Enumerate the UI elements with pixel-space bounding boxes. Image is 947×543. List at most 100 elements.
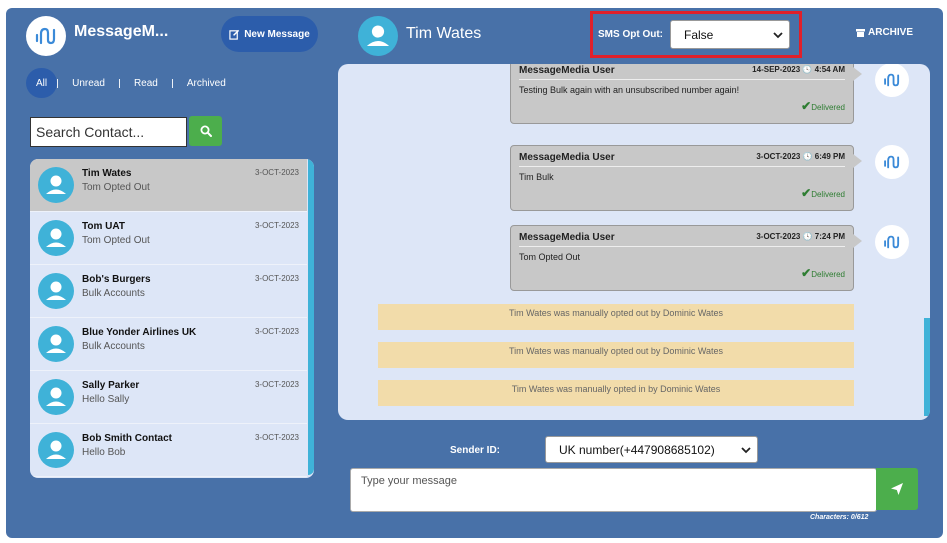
contact-preview: Tom Opted Out	[82, 182, 150, 193]
filter-archived[interactable]: Archived	[173, 68, 240, 98]
sms-opt-out-label: SMS Opt Out:	[598, 29, 663, 40]
contact-list-scrollbar[interactable]	[308, 159, 314, 475]
user-avatar-icon	[38, 326, 74, 362]
message-status-label: Delivered	[811, 103, 845, 112]
search-icon	[200, 125, 212, 137]
brand-name: MessageM...	[74, 23, 169, 40]
search-button[interactable]	[189, 116, 222, 146]
check-icon: ✔	[801, 266, 812, 280]
contact-name: Blue Yonder Airlines UK	[82, 327, 197, 338]
brand-logo-icon	[875, 145, 909, 179]
filter-tabs: All Unread Read Archived	[26, 68, 240, 98]
sms-opt-out-select[interactable]: False	[670, 20, 790, 49]
send-button[interactable]	[876, 468, 918, 510]
message-status: ✔Delivered	[801, 266, 845, 280]
message-bubble: MessageMedia User 3-OCT-2023 🕓 7:24 PM T…	[510, 225, 862, 291]
archive-icon	[856, 28, 865, 37]
contact-preview: Bulk Accounts	[82, 341, 145, 352]
sms-opt-out-value: False	[684, 27, 714, 42]
filter-divider	[57, 78, 59, 88]
user-avatar-icon	[38, 432, 74, 468]
message-status-label: Delivered	[811, 190, 845, 199]
contact-item[interactable]: Bob Smith Contact Hello Bob 3-OCT-2023	[30, 424, 307, 477]
contact-preview: Tom Opted Out	[82, 235, 150, 246]
sender-id-select[interactable]: UK number(+447908685102)	[545, 436, 758, 463]
message-text: Tom Opted Out	[519, 252, 581, 262]
message-datetime: 14-SEP-2023 🕓 4:54 AM	[752, 65, 845, 74]
contact-item[interactable]: Sally Parker Hello Sally 3-OCT-2023	[30, 371, 307, 424]
user-avatar-icon	[38, 167, 74, 203]
message-datetime: 3-OCT-2023 🕓 7:24 PM	[756, 232, 845, 241]
contact-preview: Hello Sally	[82, 394, 130, 405]
contact-name: Tom UAT	[82, 221, 125, 232]
brand-logo-icon	[26, 16, 66, 56]
contact-date: 3-OCT-2023	[254, 327, 299, 336]
contact-item[interactable]: Blue Yonder Airlines UK Bulk Accounts 3-…	[30, 318, 307, 371]
opt-notice: Tim Wates was manually opted in by Domin…	[378, 380, 854, 406]
chevron-down-icon	[741, 447, 751, 454]
chevron-down-icon	[773, 32, 783, 39]
contact-item[interactable]: Tom UAT Tom Opted Out 3-OCT-2023	[30, 212, 307, 265]
user-avatar-icon	[38, 220, 74, 256]
send-icon	[891, 483, 903, 495]
message-divider	[519, 79, 845, 80]
check-icon: ✔	[801, 99, 812, 113]
search-contact-input[interactable]	[30, 117, 187, 147]
contact-name: Sally Parker	[82, 380, 140, 391]
sender-id-label: Sender ID:	[450, 445, 501, 456]
message-thread: MessageMedia User 14-SEP-2023 🕓 4:54 AM …	[338, 64, 930, 420]
message-bubble: MessageMedia User 3-OCT-2023 🕓 6:49 PM T…	[510, 145, 862, 211]
filter-read[interactable]: Read	[120, 68, 172, 98]
user-avatar-icon	[38, 273, 74, 309]
message-sender: MessageMedia User	[519, 152, 615, 163]
archive-label: ARCHIVE	[868, 27, 914, 38]
opt-notice: Tim Wates was manually opted out by Domi…	[378, 342, 854, 368]
contact-date: 3-OCT-2023	[254, 168, 299, 177]
filter-divider	[171, 78, 173, 88]
contact-item[interactable]: Bob's Burgers Bulk Accounts 3-OCT-2023	[30, 265, 307, 318]
bubble-pointer	[853, 67, 862, 81]
sender-id-value: UK number(+447908685102)	[559, 442, 715, 457]
contact-date: 3-OCT-2023	[254, 380, 299, 389]
contact-date: 3-OCT-2023	[254, 433, 299, 442]
opt-notice: Tim Wates was manually opted out by Domi…	[378, 304, 854, 330]
message-bubble: MessageMedia User 14-SEP-2023 🕓 4:54 AM …	[510, 64, 862, 124]
message-sender: MessageMedia User	[519, 65, 615, 76]
user-avatar-icon	[38, 379, 74, 415]
message-status: ✔Delivered	[801, 186, 845, 200]
message-datetime: 3-OCT-2023 🕓 6:49 PM	[756, 152, 845, 161]
message-status-label: Delivered	[811, 270, 845, 279]
message-sender: MessageMedia User	[519, 232, 615, 243]
contact-list: Tim Wates Tom Opted Out 3-OCT-2023 Tom U…	[30, 159, 314, 478]
contact-name: Bob Smith Contact	[82, 433, 172, 444]
new-message-button[interactable]: New Message	[221, 16, 318, 52]
app-window: MessageM... New Message All Unread Read …	[6, 8, 943, 538]
bubble-pointer	[853, 234, 862, 248]
message-input[interactable]	[350, 468, 877, 512]
message-divider	[519, 166, 845, 167]
chat-contact-name: Tim Wates	[406, 25, 482, 42]
brand-logo-icon	[875, 225, 909, 259]
archive-button[interactable]: ARCHIVE	[856, 27, 913, 38]
contact-item[interactable]: Tim Wates Tom Opted Out 3-OCT-2023	[30, 159, 307, 212]
message-text: Testing Bulk again with an unsubscribed …	[519, 85, 740, 95]
contact-preview: Bulk Accounts	[82, 288, 145, 299]
character-count: Characters: 0/612	[810, 514, 869, 521]
contact-preview: Hello Bob	[82, 447, 126, 458]
contact-name: Tim Wates	[82, 168, 132, 179]
contact-name: Bob's Burgers	[82, 274, 151, 285]
filter-divider	[118, 78, 120, 88]
message-status: ✔Delivered	[801, 99, 845, 113]
message-scrollbar[interactable]	[924, 318, 930, 416]
chat-user-avatar-icon	[358, 16, 398, 56]
edit-icon	[229, 29, 240, 40]
bubble-pointer	[853, 154, 862, 168]
contact-date: 3-OCT-2023	[254, 274, 299, 283]
filter-all[interactable]: All	[26, 68, 58, 98]
message-text: Tim Bulk	[519, 172, 554, 182]
filter-unread[interactable]: Unread	[58, 68, 119, 98]
brand-logo-icon	[875, 64, 909, 97]
message-divider	[519, 246, 845, 247]
new-message-label: New Message	[244, 28, 310, 40]
check-icon: ✔	[801, 186, 812, 200]
